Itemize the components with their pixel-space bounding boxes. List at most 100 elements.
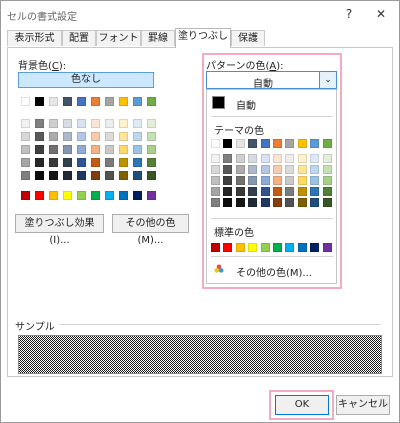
pattern-color-swatch[interactable] — [211, 243, 220, 252]
background-color-swatch[interactable] — [91, 119, 100, 128]
pattern-color-swatch[interactable] — [322, 165, 332, 174]
background-color-swatch[interactable] — [77, 132, 86, 141]
pattern-color-swatch[interactable] — [211, 187, 220, 196]
pattern-color-swatch[interactable] — [285, 187, 295, 196]
pattern-color-swatch[interactable] — [297, 154, 307, 163]
pattern-color-swatch[interactable] — [297, 165, 307, 174]
background-color-swatch[interactable] — [35, 158, 44, 167]
background-color-swatch[interactable] — [21, 171, 30, 180]
pattern-color-swatch[interactable] — [285, 154, 295, 163]
pattern-color-swatch[interactable] — [248, 198, 258, 207]
pattern-color-swatch[interactable] — [248, 139, 258, 148]
background-color-swatch[interactable] — [105, 119, 114, 128]
pattern-color-swatch[interactable] — [285, 176, 295, 185]
pattern-more-colors-option[interactable]: その他の色(M)... — [236, 264, 312, 279]
background-color-swatch[interactable] — [49, 171, 58, 180]
background-color-swatch[interactable] — [147, 158, 156, 167]
pattern-color-swatch[interactable] — [211, 198, 220, 207]
automatic-color-option[interactable]: 自動 — [236, 97, 256, 112]
tab-fill[interactable]: 塗りつぶし — [175, 28, 231, 48]
pattern-color-swatch[interactable] — [322, 187, 332, 196]
tab-protection[interactable]: 保護 — [231, 30, 265, 46]
background-color-swatch[interactable] — [147, 145, 156, 154]
background-color-swatch[interactable] — [21, 132, 30, 141]
background-color-swatch[interactable] — [91, 171, 100, 180]
background-color-swatch[interactable] — [77, 97, 86, 106]
background-color-swatch[interactable] — [63, 158, 72, 167]
background-color-swatch[interactable] — [133, 158, 142, 167]
background-color-swatch[interactable] — [133, 97, 142, 106]
background-color-swatch[interactable] — [147, 171, 156, 180]
background-color-swatch[interactable] — [91, 132, 100, 141]
pattern-color-swatch[interactable] — [260, 139, 270, 148]
background-color-swatch[interactable] — [147, 97, 156, 106]
pattern-color-swatch[interactable] — [322, 243, 332, 252]
ok-button[interactable]: OK — [275, 395, 329, 415]
pattern-color-swatch[interactable] — [260, 176, 270, 185]
background-color-swatch[interactable] — [119, 132, 128, 141]
pattern-color-swatch[interactable] — [235, 187, 245, 196]
pattern-color-swatch[interactable] — [235, 176, 245, 185]
pattern-color-swatch[interactable] — [297, 139, 307, 148]
background-color-swatch[interactable] — [105, 191, 114, 200]
background-color-swatch[interactable] — [91, 97, 100, 106]
background-color-swatch[interactable] — [49, 119, 58, 128]
pattern-color-swatch[interactable] — [235, 243, 245, 252]
background-color-swatch[interactable] — [21, 119, 30, 128]
background-color-swatch[interactable] — [77, 171, 86, 180]
pattern-color-dropdown[interactable]: 自動 ⌄ — [206, 71, 337, 90]
pattern-color-swatch[interactable] — [310, 187, 320, 196]
background-color-swatch[interactable] — [119, 119, 128, 128]
pattern-color-swatch[interactable] — [285, 139, 295, 148]
background-color-swatch[interactable] — [35, 119, 44, 128]
pattern-color-swatch[interactable] — [285, 243, 295, 252]
background-color-swatch[interactable] — [119, 171, 128, 180]
pattern-color-swatch[interactable] — [248, 243, 258, 252]
pattern-color-swatch[interactable] — [273, 154, 282, 163]
pattern-color-swatch[interactable] — [235, 165, 245, 174]
pattern-color-swatch[interactable] — [322, 139, 332, 148]
help-icon[interactable]: ? — [335, 4, 363, 24]
background-color-swatch[interactable] — [133, 191, 142, 200]
pattern-color-swatch[interactable] — [322, 176, 332, 185]
cancel-button[interactable]: キャンセル — [336, 395, 390, 415]
pattern-color-swatch[interactable] — [310, 154, 320, 163]
pattern-color-swatch[interactable] — [273, 176, 282, 185]
pattern-color-swatch[interactable] — [211, 154, 220, 163]
background-color-swatch[interactable] — [63, 145, 72, 154]
background-color-swatch[interactable] — [147, 191, 156, 200]
pattern-color-swatch[interactable] — [322, 198, 332, 207]
pattern-color-swatch[interactable] — [211, 165, 220, 174]
background-color-swatch[interactable] — [91, 158, 100, 167]
background-color-swatch[interactable] — [77, 191, 86, 200]
pattern-color-swatch[interactable] — [223, 176, 233, 185]
background-color-swatch[interactable] — [77, 145, 86, 154]
background-color-swatch[interactable] — [105, 171, 114, 180]
pattern-color-swatch[interactable] — [260, 187, 270, 196]
pattern-color-swatch[interactable] — [273, 187, 282, 196]
background-color-swatch[interactable] — [21, 158, 30, 167]
pattern-color-swatch[interactable] — [310, 243, 320, 252]
background-color-swatch[interactable] — [147, 119, 156, 128]
background-color-swatch[interactable] — [105, 97, 114, 106]
background-color-swatch[interactable] — [91, 191, 100, 200]
background-color-swatch[interactable] — [63, 119, 72, 128]
pattern-color-swatch[interactable] — [211, 139, 220, 148]
background-color-swatch[interactable] — [21, 145, 30, 154]
background-color-swatch[interactable] — [35, 191, 44, 200]
background-color-swatch[interactable] — [133, 119, 142, 128]
pattern-color-swatch[interactable] — [310, 139, 320, 148]
pattern-color-swatch[interactable] — [248, 187, 258, 196]
background-color-swatch[interactable] — [133, 132, 142, 141]
pattern-color-swatch[interactable] — [285, 165, 295, 174]
pattern-color-swatch[interactable] — [235, 154, 245, 163]
tab-border[interactable]: 罫線 — [141, 30, 175, 46]
background-color-swatch[interactable] — [35, 171, 44, 180]
pattern-color-swatch[interactable] — [322, 154, 332, 163]
background-color-swatch[interactable] — [147, 132, 156, 141]
more-colors-button[interactable]: その他の色(M)... — [112, 214, 189, 246]
pattern-color-swatch[interactable] — [310, 198, 320, 207]
pattern-color-swatch[interactable] — [297, 243, 307, 252]
pattern-color-swatch[interactable] — [273, 139, 282, 148]
pattern-color-swatch[interactable] — [223, 165, 233, 174]
